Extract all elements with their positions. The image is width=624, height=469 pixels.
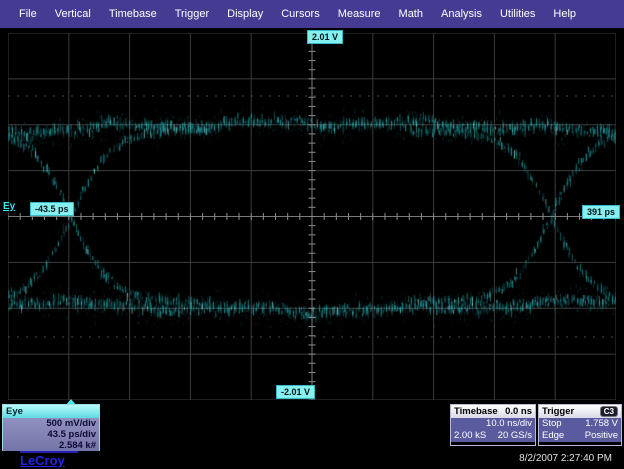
- eye-descriptor-box[interactable]: Eye 500 mV/div 43.5 ps/div 2.584 k#: [2, 404, 100, 451]
- menu-timebase[interactable]: Timebase: [100, 8, 166, 20]
- waveform-grid: [8, 33, 616, 400]
- trigger-mode: Stop: [542, 418, 562, 430]
- trigger-type: Edge: [542, 430, 564, 442]
- timebase-title: Timebase: [454, 406, 498, 417]
- menu-math[interactable]: Math: [390, 8, 432, 20]
- menu-vertical[interactable]: Vertical: [46, 8, 100, 20]
- timebase-descriptor-box[interactable]: Timebase 0.0 ns 10.0 ns/div 2.00 kS 20 G…: [450, 404, 536, 446]
- cursor-readout-bottom-voltage[interactable]: -2.01 V: [276, 385, 315, 399]
- cursor-readout-left-time[interactable]: -43.5 ps: [30, 202, 74, 216]
- trigger-source-badge: C3: [600, 406, 618, 417]
- timestamp-label: 8/2/2007 2:27:40 PM: [519, 453, 612, 464]
- cursor-readout-right-time[interactable]: 391 ps: [582, 205, 620, 219]
- oscilloscope-screen: File Vertical Timebase Trigger Display C…: [0, 0, 624, 469]
- menu-file[interactable]: File: [10, 8, 46, 20]
- eye-sweep-count: 2.584 k#: [3, 440, 99, 451]
- trace-label-eye[interactable]: Ey: [3, 201, 15, 212]
- menu-measure[interactable]: Measure: [329, 8, 390, 20]
- trigger-title: Trigger: [542, 406, 574, 417]
- menu-bar: File Vertical Timebase Trigger Display C…: [0, 0, 624, 28]
- timebase-samples: 2.00 kS: [454, 430, 486, 442]
- menu-trigger[interactable]: Trigger: [166, 8, 218, 20]
- menu-utilities[interactable]: Utilities: [491, 8, 544, 20]
- eye-descriptor-title: Eye: [6, 406, 23, 417]
- trigger-descriptor-box[interactable]: Trigger C3 Stop 1.758 V Edge Positive: [538, 404, 622, 446]
- eye-diagram-trace: [8, 33, 616, 400]
- cursor-readout-top-voltage[interactable]: 2.01 V: [307, 30, 343, 44]
- timebase-offset: 0.0 ns: [505, 406, 532, 417]
- lecroy-logo: LeCroy: [20, 451, 78, 468]
- menu-analysis[interactable]: Analysis: [432, 8, 491, 20]
- eye-vertical-scale: 500 mV/div: [3, 418, 99, 429]
- timebase-scale: 10.0 ns/div: [486, 418, 532, 430]
- trigger-level: 1.758 V: [585, 418, 618, 430]
- menu-help[interactable]: Help: [544, 8, 585, 20]
- trigger-slope: Positive: [585, 430, 618, 442]
- timebase-sample-rate: 20 GS/s: [498, 430, 532, 442]
- menu-cursors[interactable]: Cursors: [272, 8, 329, 20]
- eye-horizontal-scale: 43.5 ps/div: [3, 429, 99, 440]
- menu-display[interactable]: Display: [218, 8, 272, 20]
